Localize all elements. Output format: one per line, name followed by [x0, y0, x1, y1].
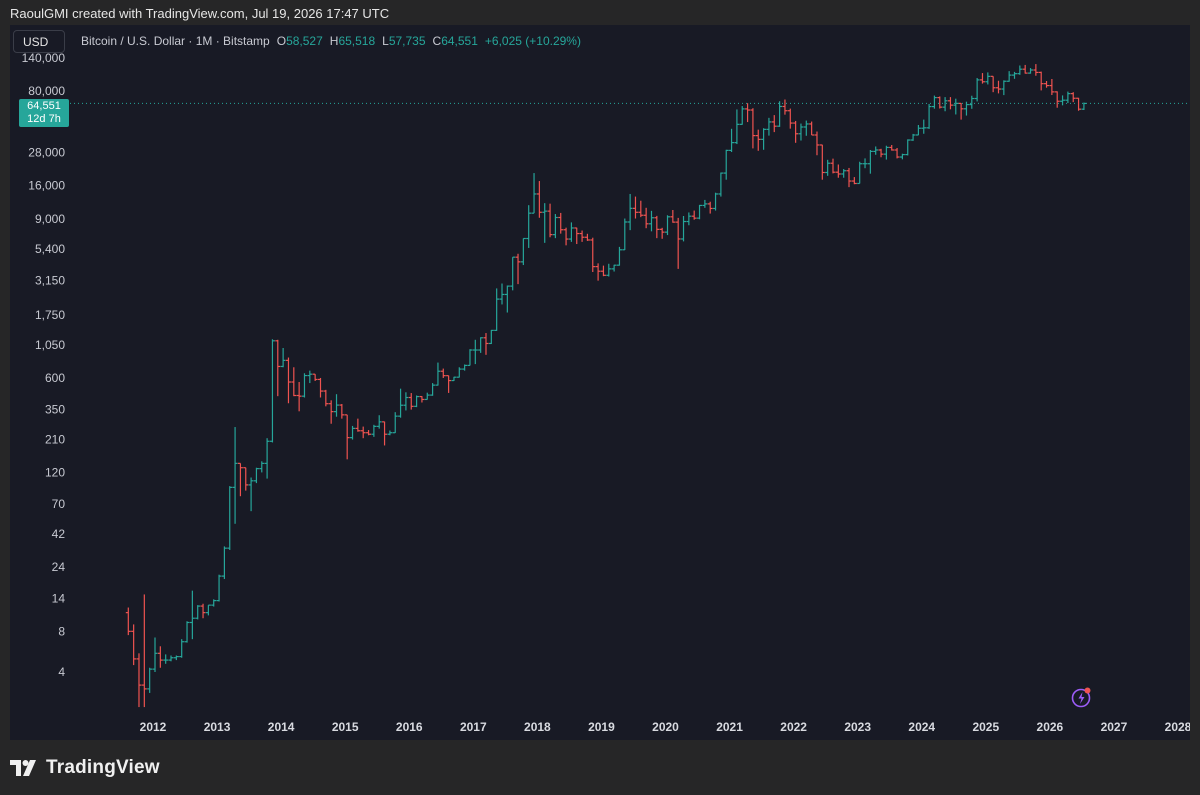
y-tick-label: 24 [52, 560, 66, 574]
y-tick-label: 28,000 [28, 145, 65, 159]
close-label: C [432, 34, 442, 48]
y-tick-label: 600 [45, 371, 65, 385]
y-tick-label: 210 [45, 433, 65, 447]
y-tick-label: 9,000 [35, 212, 65, 226]
brand-name: TradingView [46, 757, 160, 778]
y-tick-label: 16,000 [28, 178, 65, 192]
close-value: 64,551 [441, 34, 478, 48]
x-tick-label: 2018 [524, 720, 551, 734]
y-tick-label: 3,150 [35, 274, 65, 288]
y-tick-label: 5,400 [35, 242, 65, 256]
x-tick-label: 2021 [716, 720, 743, 734]
x-tick-label: 2019 [588, 720, 615, 734]
tradingview-logo-icon [10, 760, 36, 776]
currency-button[interactable]: USD [13, 30, 65, 53]
chart-panel[interactable]: 140,000 80,000 28,000 16,000 9,000 5,400 3,150… [10, 25, 1190, 740]
x-tick-label: 2020 [652, 720, 679, 734]
last-price-value: 64,551 [27, 100, 61, 112]
x-tick-label: 2024 [908, 720, 935, 734]
y-tick-label: 8 [58, 624, 65, 638]
price-chart[interactable]: 140,00080,00028,00016,0009,0005,4003,150… [10, 25, 1190, 740]
change-value: +6,025 (+10.29%) [484, 34, 581, 48]
y-tick-label: 350 [45, 403, 65, 417]
open-value: 58,527 [286, 34, 323, 48]
y-tick-label: 80,000 [28, 84, 65, 98]
last-price-tag: 64,551 12d 7h [19, 99, 69, 127]
y-tick-label: 14 [52, 591, 66, 605]
x-tick-label: 2027 [1101, 720, 1128, 734]
x-tick-label: 2022 [780, 720, 807, 734]
y-tick-label: 4 [58, 665, 65, 679]
x-tick-label: 2015 [332, 720, 359, 734]
top-bar: RaoulGMI created with TradingView.com, J… [0, 0, 1200, 25]
brand-footer[interactable]: TradingView [10, 757, 160, 779]
x-tick-label: 2017 [460, 720, 487, 734]
lightning-icon[interactable] [1071, 686, 1093, 708]
x-tick-label: 2014 [268, 720, 295, 734]
x-tick-label: 2026 [1037, 720, 1064, 734]
attribution-text: RaoulGMI created with TradingView.com, J… [10, 6, 390, 21]
y-tick-label: 70 [52, 497, 66, 511]
x-tick-label: 2025 [972, 720, 999, 734]
low-label: L [382, 34, 389, 48]
open-label: O [276, 34, 287, 48]
y-tick-label: 1,750 [35, 308, 65, 322]
x-tick-label: 2023 [844, 720, 871, 734]
high-value: 65,518 [338, 34, 376, 48]
symbol-description: Bitcoin / U.S. Dollar · 1M · Bitstamp [81, 34, 270, 48]
x-tick-label: 2013 [204, 720, 231, 734]
chart-legend: Bitcoin / U.S. Dollar · 1M · Bitstamp O58… [81, 34, 581, 48]
x-tick-label: 2028 [1165, 720, 1190, 734]
y-tick-label: 120 [45, 465, 65, 479]
x-tick-label: 2016 [396, 720, 423, 734]
y-tick-label: 1,050 [35, 338, 65, 352]
x-tick-label: 2012 [140, 720, 167, 734]
bar-countdown: 12d 7h [27, 113, 61, 125]
low-value: 57,735 [388, 34, 426, 48]
y-tick-label: 42 [52, 527, 66, 541]
